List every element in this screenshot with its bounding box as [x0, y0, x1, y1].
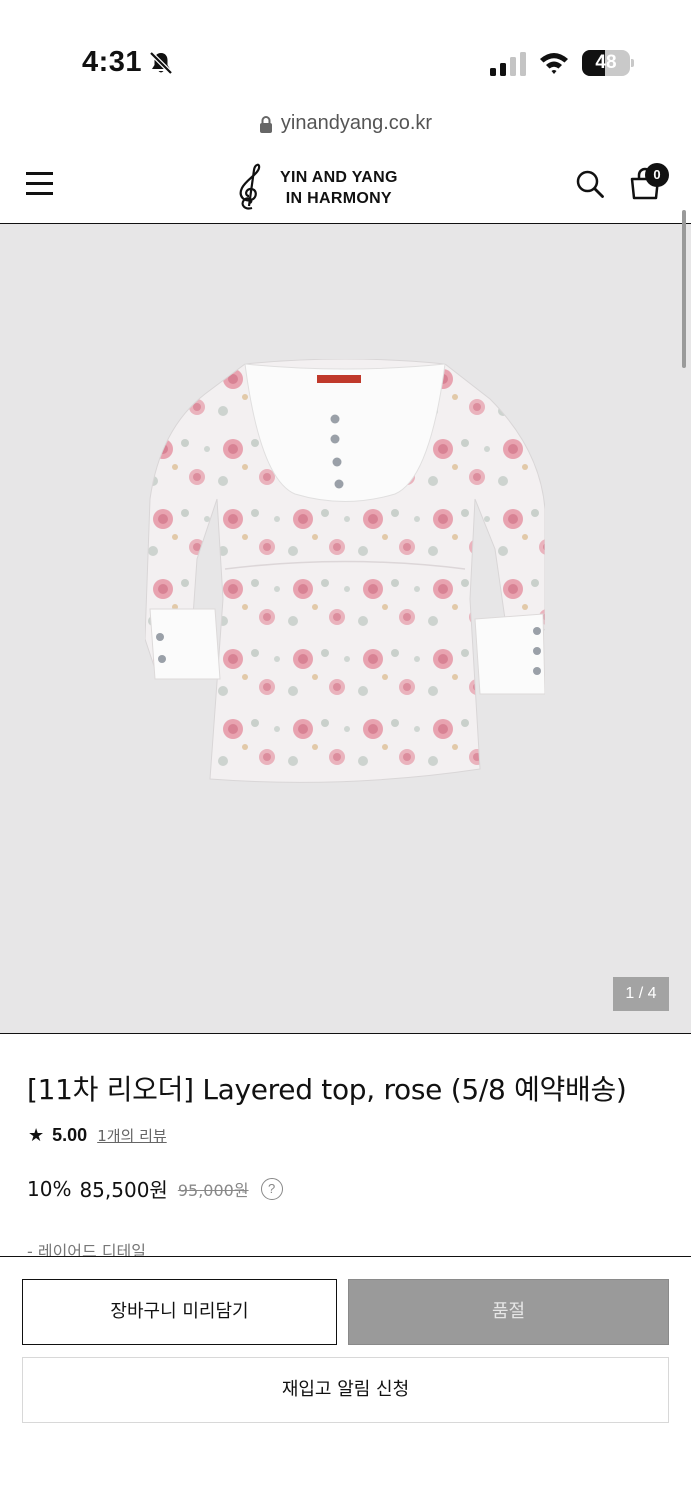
sale-price: 85,500원 — [79, 1178, 168, 1202]
hamburger-menu-icon[interactable] — [26, 172, 54, 196]
logo-line-1: YIN AND YANG — [280, 169, 398, 186]
signal-icon — [490, 52, 526, 76]
product-image-gallery[interactable]: 1 / 4 — [0, 224, 691, 1034]
bottom-action-bar: 장바구니 미리담기 품절 재입고 알림 신청 — [0, 1256, 691, 1500]
add-to-cart-button[interactable]: 장바구니 미리담기 — [22, 1279, 337, 1345]
site-header: YIN AND YANG IN HARMONY 0 — [0, 150, 691, 224]
search-icon[interactable] — [575, 169, 605, 199]
battery-level: 48 — [595, 52, 617, 73]
rating-value: 5.00 — [52, 1125, 88, 1145]
price-row: 10% 85,500원 95,000원 ? — [27, 1174, 283, 1203]
help-icon[interactable]: ? — [260, 1177, 283, 1200]
logo-line-2: IN HARMONY — [285, 190, 392, 207]
status-bar: 4:31 48 — [0, 0, 691, 110]
product-image — [145, 359, 545, 783]
cart-count-badge: 0 — [645, 163, 669, 187]
wifi-icon — [540, 53, 568, 74]
restock-alert-button[interactable]: 재입고 알림 신청 — [22, 1357, 669, 1423]
browser-url-bar[interactable]: yinandyang.co.kr — [0, 112, 691, 146]
url-text: yinandyang.co.kr — [280, 112, 433, 134]
product-detail-preview: - 레이어드 디테일 — [27, 1242, 146, 1256]
battery-icon: 48 — [582, 50, 634, 76]
bell-slash-icon — [149, 51, 173, 75]
lock-icon — [259, 115, 272, 133]
image-counter: 1 / 4 — [613, 977, 669, 1011]
logo-text: YIN AND YANG IN HARMONY — [280, 167, 398, 209]
sold-out-button[interactable]: 품절 — [348, 1279, 669, 1345]
discount-rate: 10% — [27, 1176, 72, 1201]
treble-clef-icon — [239, 163, 261, 210]
rating-row: ★ 5.00 1개의 리뷰 — [28, 1125, 167, 1146]
original-price: 95,000원 — [177, 1180, 249, 1200]
page-scrollbar[interactable] — [682, 210, 686, 368]
site-logo[interactable]: YIN AND YANG IN HARMONY — [230, 162, 430, 212]
review-count-link[interactable]: 1개의 리뷰 — [97, 1125, 167, 1146]
star-icon: ★ — [28, 1125, 45, 1146]
product-title: [11차 리오더] Layered top, rose (5/8 예약배송) — [27, 1073, 627, 1106]
status-time: 4:31 — [82, 46, 143, 78]
